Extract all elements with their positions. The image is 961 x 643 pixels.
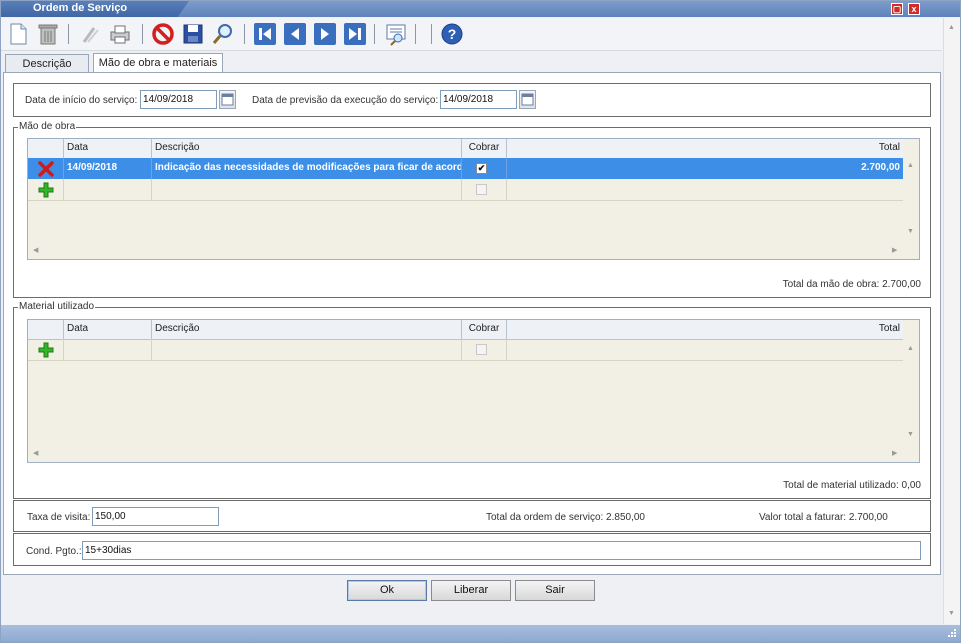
help-icon[interactable]: ? <box>440 22 464 46</box>
col-cobrar[interactable]: Cobrar <box>461 320 506 339</box>
total-mao-de-obra: Total da mão de obra: 2.700,00 <box>782 279 921 290</box>
taxa-field[interactable]: 150,00 <box>92 507 219 526</box>
window-scrollbar[interactable]: ▲ ▼ <box>943 18 960 624</box>
previsao-field[interactable]: 14/09/2018 <box>440 90 517 109</box>
minimize-button[interactable]: ▢ <box>891 3 903 15</box>
add-row-icon[interactable] <box>38 182 54 198</box>
previsao-label: Data de previsão da execução do serviço: <box>252 95 439 106</box>
scroll-down-icon[interactable]: ▼ <box>907 431 914 438</box>
new-row[interactable] <box>28 339 903 361</box>
new-document-icon[interactable] <box>6 22 30 46</box>
grid-vscroll[interactable]: ▲ ▼ <box>903 339 919 462</box>
previsao-calendar-button[interactable] <box>519 90 536 109</box>
col-data[interactable]: Data <box>63 320 151 339</box>
sair-button[interactable]: Sair <box>515 580 595 601</box>
search-icon[interactable] <box>211 22 235 46</box>
scroll-down-icon[interactable]: ▼ <box>907 228 914 235</box>
col-descricao[interactable]: Descrição <box>151 139 461 158</box>
grid-header: Data Descrição Cobrar Total <box>28 139 903 159</box>
resumo-box: Taxa de visita: 150,00 Total da ordem de… <box>13 500 931 532</box>
scroll-left-icon[interactable]: ◀ <box>33 246 38 254</box>
calendar-icon <box>521 93 534 106</box>
total-material: Total de material utilizado: 0,00 <box>783 480 921 491</box>
window: Ordem de Serviço ▢ x ? ▲ ▼ Descrição Mão… <box>0 0 961 643</box>
last-icon[interactable] <box>343 22 367 46</box>
status-bar <box>1 625 960 642</box>
add-row-icon[interactable] <box>38 342 54 358</box>
trash-icon[interactable] <box>36 22 60 46</box>
report-icon[interactable] <box>384 22 408 46</box>
delete-row-icon[interactable] <box>38 161 54 177</box>
mao-de-obra-grid: Data Descrição Cobrar Total 14/09/2018 I… <box>27 138 920 260</box>
mao-de-obra-legend: Mão de obra <box>18 121 77 132</box>
material-grid: Data Descrição Cobrar Total ▲ ▼ ◀ ▶ <box>27 319 920 463</box>
new-row-cobrar-checkbox <box>476 344 487 355</box>
pagamento-box: Cond. Pgto.: 15+30dias <box>13 533 931 566</box>
col-total[interactable]: Total <box>506 139 903 158</box>
col-cobrar[interactable]: Cobrar <box>461 139 506 158</box>
toolbar: ? <box>1 18 942 51</box>
calendar-icon <box>221 93 234 106</box>
ok-button[interactable]: Ok <box>347 580 427 601</box>
resize-grip-icon[interactable] <box>945 628 957 640</box>
next-icon[interactable] <box>313 22 337 46</box>
title-bar: Ordem de Serviço ▢ x <box>1 1 960 17</box>
mao-de-obra-box: Mão de obra Data Descrição Cobrar Total … <box>13 121 931 298</box>
row-cobrar-checkbox[interactable]: ✔ <box>476 163 487 174</box>
col-total[interactable]: Total <box>506 320 903 339</box>
dates-box: Data de início do serviço: 14/09/2018 Da… <box>13 83 931 117</box>
cancel-icon[interactable] <box>151 22 175 46</box>
valor-faturar: Valor total a faturar: 2.700,00 <box>759 512 888 523</box>
inicio-label: Data de início do serviço: <box>25 95 138 106</box>
scroll-right-icon[interactable]: ▶ <box>892 449 897 457</box>
attach-icon[interactable] <box>78 22 102 46</box>
save-icon[interactable] <box>181 22 205 46</box>
total-ordem: Total da ordem de serviço: 2.850,00 <box>486 512 645 523</box>
previous-icon[interactable] <box>283 22 307 46</box>
scroll-up-icon[interactable]: ▲ <box>907 162 914 169</box>
material-legend: Material utilizado <box>18 301 96 312</box>
tab-content: Data de início do serviço: 14/09/2018 Da… <box>3 72 941 575</box>
scroll-right-icon[interactable]: ▶ <box>892 246 897 254</box>
close-icon: x <box>911 4 917 14</box>
tab-descricao[interactable]: Descrição <box>5 54 89 73</box>
tab-bar: Descrição Mão de obra e materiais <box>1 51 942 73</box>
row-data: 14/09/2018 <box>63 158 151 179</box>
new-row-cobrar-checkbox <box>476 184 487 195</box>
pagamento-label: Cond. Pgto.: <box>26 546 82 557</box>
row-total: 2.700,00 <box>506 158 903 179</box>
new-row[interactable] <box>28 179 903 201</box>
table-row[interactable]: 14/09/2018 Indicação das necessidades de… <box>28 158 903 179</box>
row-descricao: Indicação das necessidades de modificaçõ… <box>151 158 461 179</box>
print-icon[interactable] <box>108 22 132 46</box>
pagamento-field[interactable]: 15+30dias <box>82 541 921 560</box>
first-icon[interactable] <box>253 22 277 46</box>
close-button[interactable]: x <box>908 3 920 15</box>
scroll-down-icon[interactable]: ▼ <box>948 610 955 617</box>
scroll-up-icon[interactable]: ▲ <box>948 24 955 31</box>
grid-vscroll[interactable]: ▲ ▼ <box>903 158 919 259</box>
inicio-calendar-button[interactable] <box>219 90 236 109</box>
liberar-button[interactable]: Liberar <box>431 580 511 601</box>
material-box: Material utilizado Data Descrição Cobrar… <box>13 301 931 499</box>
col-descricao[interactable]: Descrição <box>151 320 461 339</box>
scroll-up-icon[interactable]: ▲ <box>907 345 914 352</box>
grid-header: Data Descrição Cobrar Total <box>28 320 903 340</box>
window-title: Ordem de Serviço <box>33 2 128 14</box>
minimize-icon: ▢ <box>892 4 902 14</box>
svg-text:?: ? <box>448 26 457 42</box>
col-data[interactable]: Data <box>63 139 151 158</box>
scroll-left-icon[interactable]: ◀ <box>33 449 38 457</box>
inicio-field[interactable]: 14/09/2018 <box>140 90 217 109</box>
tab-mao-de-obra[interactable]: Mão de obra e materiais <box>93 53 223 73</box>
taxa-label: Taxa de visita: <box>27 512 91 523</box>
